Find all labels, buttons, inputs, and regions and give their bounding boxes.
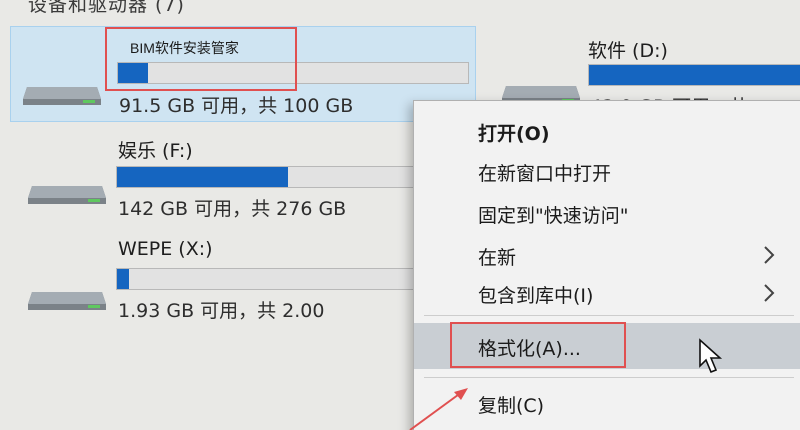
format-annotation-box [450, 322, 626, 368]
drive-x[interactable]: WEPE (X:) 1.93 GB 可用，共 2.00 [10, 234, 466, 330]
menu-item-open-new-window[interactable]: 在新窗口中打开 [414, 151, 800, 191]
menu-item-open-new[interactable]: 在新 [414, 235, 800, 275]
menu-item-label: 复制(C) [478, 395, 545, 417]
drive-f-usage-text: 142 GB 可用，共 276 GB [118, 198, 347, 220]
drive-icon [21, 77, 103, 107]
drive-x-usage-text: 1.93 GB 可用，共 2.00 [118, 300, 325, 322]
menu-item-label: 包含到库中(I) [478, 285, 594, 307]
chevron-right-icon [764, 246, 775, 264]
drive-icon [26, 176, 108, 206]
drive-d-name: 软件 (D:) [588, 40, 668, 62]
context-menu: 打开(O) 在新窗口中打开 固定到"快速访问" 在新 包含到库中(I) 格式化(… [413, 100, 800, 430]
drive-f[interactable]: 娱乐 (F:) 142 GB 可用，共 276 GB [10, 130, 466, 226]
annotation-box [105, 27, 297, 91]
section-header: 设备和驱动器 (7) [28, 0, 185, 16]
menu-item-copy[interactable]: 复制(C) [414, 383, 800, 423]
drive-icon [26, 282, 108, 312]
drive-x-name: WEPE (X:) [118, 238, 213, 260]
menu-item-label: 在新 [478, 247, 517, 269]
drive-f-name: 娱乐 (F:) [118, 140, 193, 162]
menu-item-label: 固定到"快速访问" [478, 205, 629, 227]
menu-item-include-in-library[interactable]: 包含到库中(I) [414, 273, 800, 313]
menu-separator [424, 377, 794, 378]
menu-item-open[interactable]: 打开(O) [414, 111, 800, 151]
annotation-text: BIM软件安装管家 [130, 40, 239, 56]
menu-item-label: 打开(O) [478, 123, 550, 145]
menu-item-label: 在新窗口中打开 [478, 163, 612, 185]
chevron-right-icon [764, 284, 775, 302]
drive-f-usage-fill [117, 167, 288, 187]
menu-item-pin-quick-access[interactable]: 固定到"快速访问" [414, 193, 800, 233]
mouse-cursor-icon [699, 338, 723, 374]
drive-d-usage-bar [588, 64, 800, 86]
drive-x-usage-fill [117, 269, 130, 289]
menu-separator [424, 315, 794, 316]
drive-d-usage-fill [589, 65, 800, 85]
drive-c-usage-text: 91.5 GB 可用，共 100 GB [119, 95, 354, 117]
